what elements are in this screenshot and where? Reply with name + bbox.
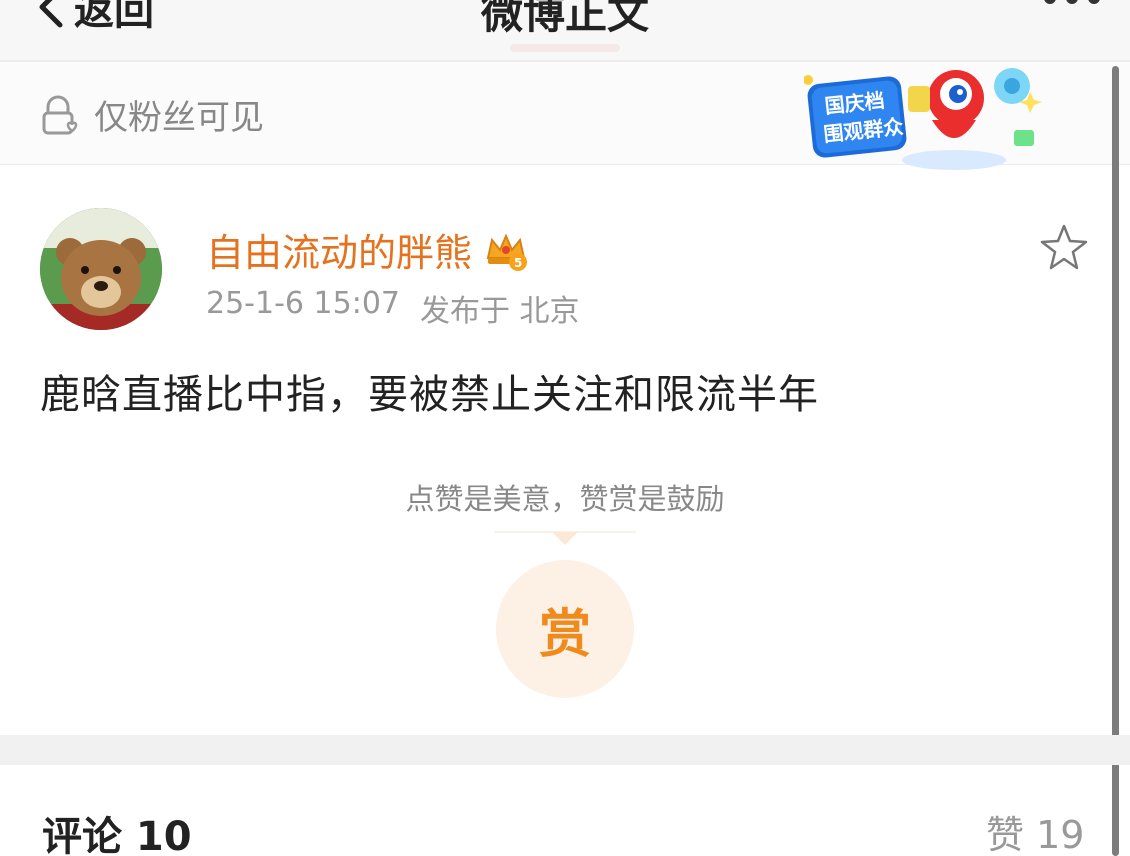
weibo-post-page: 返回 微博正文 仅粉丝可见 国庆档 围观群众 自由流动的胖熊 5 25-1-6 … xyxy=(0,0,1130,856)
reward-hint: 点赞是美意，赞赏是鼓励 xyxy=(405,482,725,516)
more-dot-icon xyxy=(1044,0,1056,4)
vip-crown-icon: 5 xyxy=(486,232,528,271)
fans-only-lock-icon xyxy=(42,95,78,134)
favorite-star-icon[interactable] xyxy=(1038,222,1090,274)
visibility-label: 仅粉丝可见 xyxy=(94,98,264,138)
more-dot-icon xyxy=(1066,0,1078,4)
post-meta: 25-1-6 15:07 发布于 北京 xyxy=(206,286,580,330)
user-avatar[interactable] xyxy=(40,208,162,330)
post-author[interactable]: 自由流动的胖熊 5 xyxy=(206,222,528,277)
page-title: 微博正文 xyxy=(480,0,649,38)
top-navigation-bar: 返回 微博正文 xyxy=(0,0,1130,62)
reward-button[interactable]: 赏 xyxy=(496,560,634,698)
title-accent-decoration xyxy=(510,44,620,52)
post-location: 发布于 北京 xyxy=(420,294,580,329)
reward-caret-icon xyxy=(552,532,578,545)
more-dot-icon xyxy=(1088,0,1100,4)
vip-level: 5 xyxy=(514,256,522,270)
author-name: 自由流动的胖熊 xyxy=(206,231,473,275)
national-day-promo-badge[interactable]: 国庆档 围观群众 xyxy=(804,64,1044,176)
teddy-bear-avatar-image xyxy=(40,208,162,330)
likes-tab[interactable]: 赞 19 xyxy=(986,804,1084,856)
comments-tab[interactable]: 评论 10 xyxy=(42,804,192,856)
post-body-text: 鹿晗直播比中指，要被禁止关注和限流半年 xyxy=(40,372,819,418)
more-options-button[interactable] xyxy=(1044,0,1100,10)
section-divider xyxy=(0,735,1130,765)
post-timestamp: 25-1-6 15:07 xyxy=(206,286,400,321)
visibility-indicator: 仅粉丝可见 xyxy=(38,90,264,139)
